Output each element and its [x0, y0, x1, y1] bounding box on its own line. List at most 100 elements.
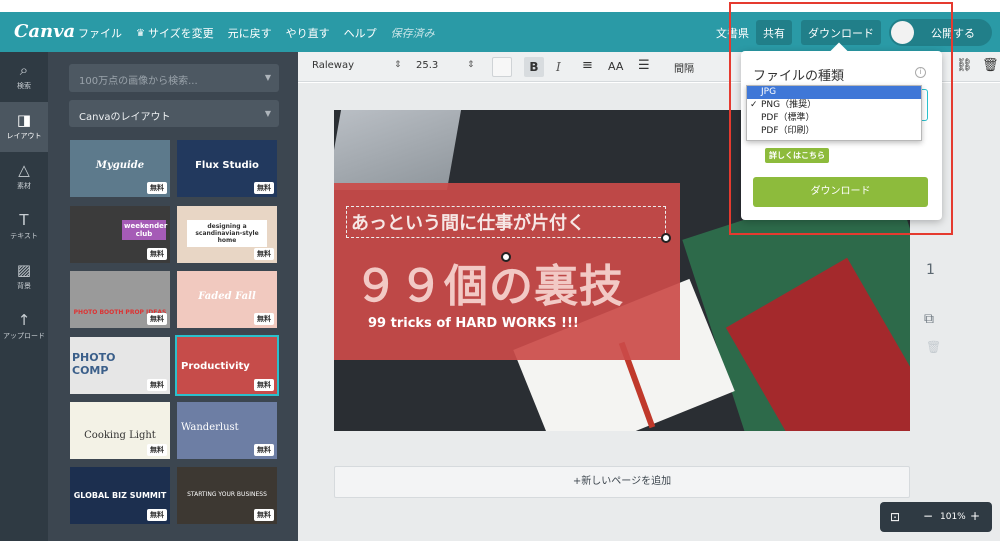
zoom-control: ⊡ − 101% + [880, 502, 992, 532]
image-search-input[interactable]: 100万点の画像から検索... ▼ [69, 64, 279, 92]
rail-text-label: テキスト [10, 232, 38, 240]
free-badge: 無料 [254, 509, 274, 521]
saved-status: 保存済み [391, 25, 435, 41]
rail-search-label: 検索 [17, 82, 31, 90]
thumbnail-title: PHOTO COMP [72, 351, 116, 377]
layout-thumbnail[interactable]: STARTING YOUR BUSINESS 無料 [177, 467, 277, 524]
layout-thumbnail[interactable]: Myguide 無料 [70, 140, 170, 197]
duplicate-page-icon[interactable]: ⧉ [924, 311, 934, 327]
rail-upload[interactable]: ↑ アップロード [0, 302, 48, 352]
thumbnail-title: Wanderlust [181, 422, 239, 433]
menu-resize-label: サイズを変更 [147, 27, 214, 40]
rail-elements[interactable]: △ 素材 [0, 152, 48, 202]
thumbnail-title: Faded Fall [198, 291, 256, 302]
highlight-annotation-box [729, 2, 953, 235]
top-menu: ファイル ♛ サイズを変更 元に戻す やり直す ヘルプ 保存済み [78, 25, 435, 41]
canva-logo[interactable]: Canva [14, 21, 75, 42]
italic-button[interactable]: I [556, 60, 561, 74]
free-badge: 無料 [147, 248, 167, 260]
stepper-icon[interactable]: ⇕ [394, 60, 402, 70]
rail-layout-label: レイアウト [6, 132, 42, 140]
layout-thumbnail[interactable]: Flux Studio 無料 [177, 140, 277, 197]
layout-thumbnail[interactable]: PHOTO BOOTH PROP IDEAS 無料 [70, 271, 170, 328]
layout-panel: 100万点の画像から検索... ▼ Canvaのレイアウト ▼ Myguide … [48, 52, 298, 541]
menu-file-label: ファイル [78, 27, 122, 40]
rail-search[interactable]: ⌕ 検索 [0, 52, 48, 102]
menu-file[interactable]: ファイル [78, 25, 122, 41]
rail-background-label: 背景 [17, 282, 31, 290]
menu-help[interactable]: ヘルプ [344, 25, 377, 41]
headline-text[interactable]: あっという間に仕事が片付く [346, 206, 666, 238]
stepper-icon[interactable]: ⇕ [467, 60, 475, 70]
trash-icon[interactable]: 🗑 [982, 58, 999, 73]
layout-thumbnail[interactable]: weekender club 無料 [70, 206, 170, 263]
shapes-icon: △ [18, 161, 30, 179]
main-title-text[interactable]: ９９個の裏技 [354, 250, 624, 314]
link-icon[interactable]: ⛓ [956, 58, 973, 73]
layout-thumbnail[interactable]: Productivity 無料 [175, 335, 279, 396]
font-family-select[interactable]: Raleway [312, 60, 354, 71]
thumbnail-title: Myguide [95, 160, 145, 171]
search-icon: ⌕ [19, 61, 29, 79]
free-badge: 無料 [254, 182, 274, 194]
menu-help-label: ヘルプ [343, 27, 377, 40]
free-badge: 無料 [254, 248, 274, 260]
text-case-button[interactable]: AA [608, 60, 623, 73]
thumbnail-title: Productivity [181, 361, 250, 372]
subtitle-text[interactable]: 99 tricks of HARD WORKS !!! [368, 316, 579, 331]
rail-text[interactable]: T テキスト [0, 202, 48, 252]
text-color-swatch[interactable] [492, 57, 512, 77]
zoom-in-button[interactable]: + [970, 509, 980, 523]
list-icon[interactable]: ☰ [638, 58, 650, 73]
menu-redo[interactable]: やり直す [286, 25, 330, 41]
free-badge: 無料 [147, 379, 167, 391]
menu-undo-label: 元に戻す [227, 27, 272, 40]
free-badge: 無料 [254, 444, 274, 456]
text-icon: T [19, 211, 29, 229]
bold-button[interactable]: B [524, 57, 544, 77]
font-size-select[interactable]: 25.3 [416, 60, 438, 71]
free-badge: 無料 [147, 444, 167, 456]
free-badge: 無料 [147, 313, 167, 325]
search-placeholder: 100万点の画像から検索... [79, 76, 198, 87]
laptop-image [334, 110, 462, 190]
layout-thumbnail[interactable]: designing a scandinavian-style home 無料 [177, 206, 277, 263]
delete-page-icon[interactable]: 🗑 [926, 340, 941, 354]
add-page-button[interactable]: +新しいページを追加 [334, 466, 910, 498]
free-badge: 無料 [254, 313, 274, 325]
layout-thumbnail[interactable]: Cooking Light 無料 [70, 402, 170, 459]
layout-category-select[interactable]: Canvaのレイアウト ▼ [69, 100, 279, 127]
present-icon[interactable]: ⊡ [890, 510, 900, 524]
page-number: 1 [926, 262, 935, 278]
free-badge: 無料 [254, 379, 274, 391]
rail-upload-label: アップロード [3, 332, 45, 340]
crown-icon: ♛ [136, 27, 145, 39]
rail-elements-label: 素材 [17, 182, 31, 190]
resize-handle[interactable] [661, 233, 671, 243]
rotate-handle[interactable] [501, 252, 511, 262]
chevron-down-icon: ▼ [264, 109, 271, 118]
layout-thumbnail[interactable]: PHOTO COMP 無料 [70, 337, 170, 394]
saved-status-label: 保存済み [390, 27, 435, 40]
layout-thumbnail[interactable]: Faded Fall 無料 [177, 271, 277, 328]
thumbnail-title: Cooking Light [84, 430, 156, 441]
layout-thumbnail[interactable]: Wanderlust 無料 [177, 402, 277, 459]
rail-layout[interactable]: ◨ レイアウト [0, 102, 48, 152]
layout-select-value: Canvaのレイアウト [79, 112, 171, 123]
zoom-level[interactable]: 101% [940, 512, 966, 522]
menu-undo[interactable]: 元に戻す [228, 25, 272, 41]
thumbnail-title: designing a scandinavian-style home [187, 220, 267, 247]
menu-redo-label: やり直す [285, 27, 330, 40]
thumbnail-title: STARTING YOUR BUSINESS [187, 491, 267, 498]
layout-thumbnail[interactable]: GLOBAL BIZ SUMMIT 無料 [70, 467, 170, 524]
align-left-icon[interactable]: ≡ [582, 58, 593, 73]
zoom-out-button[interactable]: − [923, 509, 933, 523]
thumbnail-title: GLOBAL BIZ SUMMIT [73, 491, 167, 500]
free-badge: 無料 [147, 509, 167, 521]
thumbnail-title: Flux Studio [195, 160, 259, 171]
layout-icon: ◨ [16, 111, 32, 129]
background-icon: ▨ [16, 261, 32, 279]
spacing-button[interactable]: 間隔 [674, 60, 694, 75]
rail-background[interactable]: ▨ 背景 [0, 252, 48, 302]
menu-resize[interactable]: ♛ サイズを変更 [136, 25, 214, 41]
